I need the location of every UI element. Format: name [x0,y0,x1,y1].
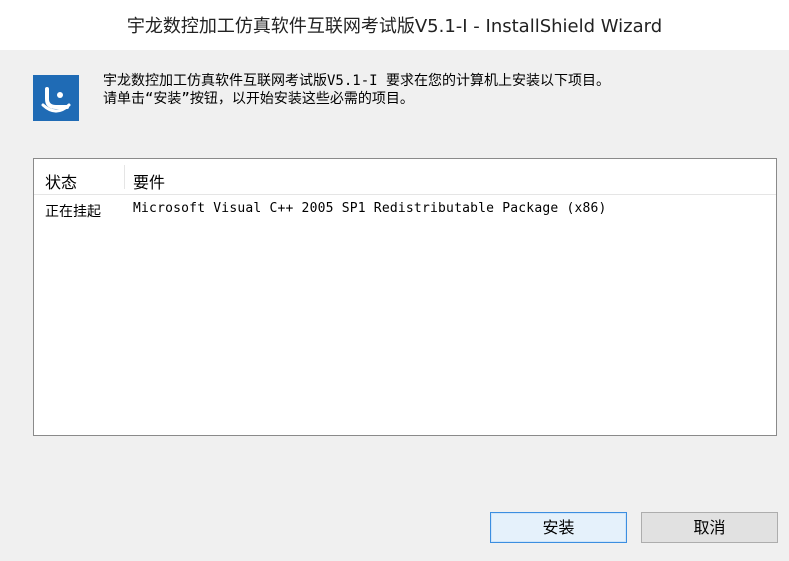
window-title: 宇龙数控加工仿真软件互联网考试版V5.1-I - InstallShield W… [126,16,663,37]
message-line-2: 请单击“安装”按钮，以开始安装这些必需的项目。 [103,91,414,107]
row-requirement: Microsoft Visual C++ 2005 SP1 Redistribu… [133,201,607,216]
column-divider[interactable] [124,165,125,189]
cancel-button[interactable]: 取消 [641,512,778,543]
list-row[interactable]: 正在挂起 Microsoft Visual C++ 2005 SP1 Redis… [34,201,776,223]
installshield-wizard-window: 宇龙数控加工仿真软件互联网考试版V5.1-I - InstallShield W… [0,0,789,561]
message-line-1: 宇龙数控加工仿真软件互联网考试版V5.1-I 要求在您的计算机上安装以下项目。 [103,73,610,89]
column-header-requirement[interactable]: 要件 [133,169,165,193]
list-header: 状态 要件 [34,159,776,195]
column-header-status[interactable]: 状态 [45,169,77,193]
installshield-app-icon [33,75,79,121]
requirements-list[interactable]: 状态 要件 正在挂起 Microsoft Visual C++ 2005 SP1… [33,158,777,436]
install-button[interactable]: 安装 [490,512,627,543]
row-status: 正在挂起 [45,204,101,220]
install-requirement-message: 宇龙数控加工仿真软件互联网考试版V5.1-I 要求在您的计算机上安装以下项目。 … [103,72,773,108]
dialog-content: 宇龙数控加工仿真软件互联网考试版V5.1-I 要求在您的计算机上安装以下项目。 … [0,50,789,561]
installshield-logo-icon [33,75,79,121]
title-bar[interactable]: 宇龙数控加工仿真软件互联网考试版V5.1-I - InstallShield W… [0,0,789,50]
